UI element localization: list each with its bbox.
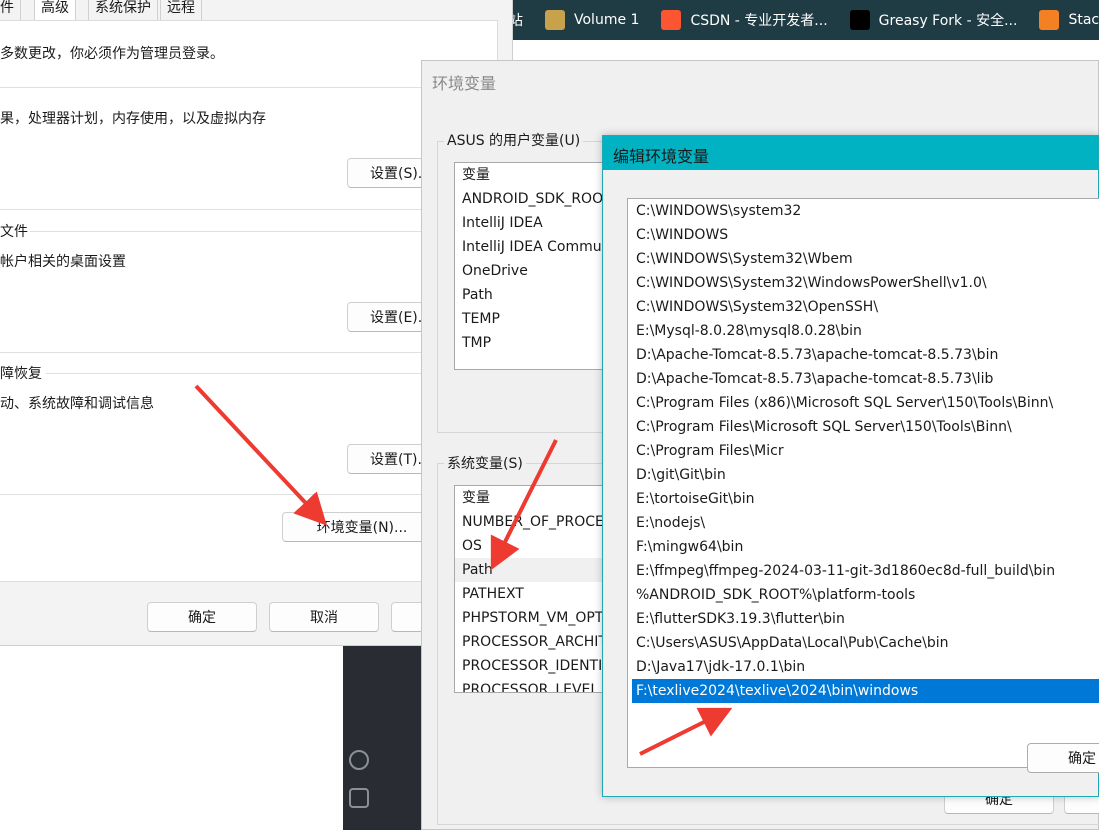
tab-advanced[interactable]: 高级	[34, 0, 76, 20]
path-entry[interactable]: C:\Program Files\Microsoft SQL Server\15…	[628, 415, 1099, 439]
tab-remote[interactable]: 远程	[160, 0, 202, 21]
bookmark-item[interactable]: Volume 1	[545, 10, 639, 30]
path-entry[interactable]: C:\WINDOWS\System32\Wbem	[628, 247, 1099, 271]
edit-environment-variable-dialog: 编辑环境变量 C:\WINDOWS\system32 C:\WINDOWS C:\W…	[602, 135, 1099, 797]
bookmark-label: Volume 1	[574, 12, 640, 28]
path-entry[interactable]: D:\git\Git\bin	[628, 463, 1099, 487]
path-entry[interactable]: C:\Program Files\Micr	[628, 439, 1099, 463]
dialog-title: 环境变量	[432, 74, 497, 93]
admin-note: 多数更改，你必须作为管理员登录。	[0, 46, 224, 62]
bookmark-label: Greasy Fork - 安全...	[878, 13, 1018, 29]
tab-label: 系统保护	[95, 0, 151, 16]
dialog-title: 编辑环境变量	[613, 147, 710, 166]
csdn-icon	[661, 10, 682, 30]
path-entry[interactable]: C:\WINDOWS	[628, 223, 1099, 247]
tab-label: 远程	[167, 0, 195, 16]
greasyfork-icon	[849, 10, 870, 30]
path-entry[interactable]: F:\mingw64\bin	[628, 535, 1099, 559]
editor-sidebar-background	[343, 640, 425, 830]
path-entry[interactable]: E:\tortoiseGit\bin	[628, 487, 1099, 511]
path-entry[interactable]: E:\flutterSDK3.19.3\flutter\bin	[628, 607, 1099, 631]
path-entry[interactable]: D:\Java17\jdk-17.0.1\bin	[628, 655, 1099, 679]
ok-button[interactable]: 确定	[1027, 743, 1099, 773]
path-entry[interactable]: %ANDROID_SDK_ROOT%\platform-tools	[628, 583, 1099, 607]
bookmark-item[interactable]: Greasy Fork - 安全...	[849, 10, 1018, 30]
volume-icon	[545, 10, 565, 30]
path-entry[interactable]: C:\Program Files (x86)\Microsoft SQL Ser…	[628, 391, 1099, 415]
bookmark-item[interactable]: CSDN - 专业开发者...	[661, 10, 828, 30]
path-entry[interactable]: E:\ffmpeg\ffmpeg-2024-03-11-git-3d1860ec…	[628, 559, 1099, 583]
startup-recovery-heading: 障恢复	[0, 366, 42, 382]
account-icon[interactable]	[349, 750, 369, 770]
path-entries-list[interactable]: C:\WINDOWS\system32 C:\WINDOWS C:\WINDOWS\…	[627, 198, 1099, 768]
browser-bookmarks-bar: 站 Volume 1 CSDN - 专业开发者... Greasy Fork - 安全…	[497, 0, 1099, 40]
path-entry[interactable]: F:\texlive2024\texlive\2024\bin\windows	[632, 679, 1099, 703]
path-entry[interactable]: D:\Apache-Tomcat-8.5.73\apache-tomcat-8.…	[628, 367, 1099, 391]
path-entry[interactable]: E:\nodejs\	[628, 511, 1099, 535]
path-entry[interactable]: C:\WINDOWS\system32	[628, 199, 1099, 223]
title-bar[interactable]: 编辑环境变量	[603, 136, 1098, 170]
environment-variables-button[interactable]: 环境变量(N)...	[282, 512, 442, 542]
tab-label: 件	[0, 0, 14, 16]
tab-label: 高级	[41, 0, 69, 16]
system-variables-label: 系统变量(S)	[444, 453, 526, 473]
user-profiles-description: 帐户相关的桌面设置	[0, 254, 126, 270]
path-entry[interactable]: C:\Users\ASUS\AppData\Local\Pub\Cache\bi…	[628, 631, 1099, 655]
ok-button[interactable]: 确定	[147, 602, 257, 632]
stackoverflow-icon	[1039, 10, 1060, 30]
tab-system-protection[interactable]: 系统保护	[88, 0, 158, 21]
settings-gear-icon[interactable]	[349, 788, 369, 808]
path-entry[interactable]: C:\WINDOWS\System32\WindowsPowerShell\v1…	[628, 271, 1099, 295]
path-entry[interactable]: C:\WINDOWS\System32\OpenSSH\	[628, 295, 1099, 319]
user-variables-label: ASUS 的用户变量(U)	[444, 130, 584, 150]
path-entry[interactable]: D:\Apache-Tomcat-8.5.73\apache-tomcat-8.…	[628, 343, 1099, 367]
bookmark-label: Stack	[1068, 12, 1099, 28]
bookmark-item[interactable]: Stack	[1039, 10, 1099, 30]
cancel-button[interactable]: 取消	[269, 602, 379, 632]
bookmark-label: CSDN - 专业开发者...	[690, 13, 828, 29]
startup-recovery-description: 动、系统故障和调试信息	[0, 396, 154, 412]
tab-hardware[interactable]: 件	[0, 0, 21, 21]
user-profiles-heading: 文件	[0, 224, 28, 240]
path-entry[interactable]: E:\Mysql-8.0.28\mysql8.0.28\bin	[628, 319, 1099, 343]
performance-description: 果，处理器计划，内存使用，以及虚拟内存	[0, 111, 266, 127]
